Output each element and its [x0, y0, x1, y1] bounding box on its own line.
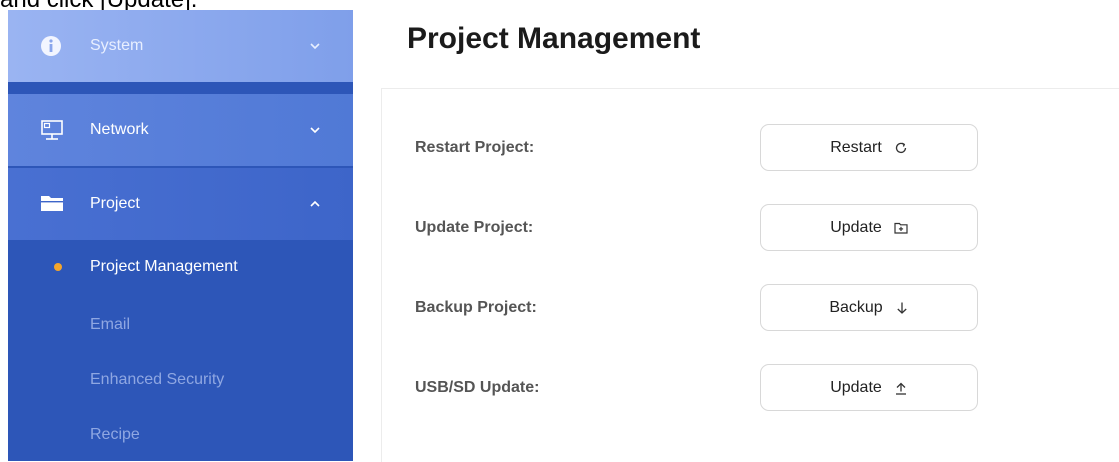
- chevron-up-icon: [308, 197, 322, 211]
- sidebar-subitem-label: Recipe: [90, 426, 140, 443]
- sidebar-subitem-label: Project Management: [90, 258, 238, 275]
- button-label: Restart: [830, 138, 882, 156]
- usb-sd-update-button[interactable]: Update: [760, 364, 978, 411]
- sidebar-subitem-enhanced-security[interactable]: Enhanced Security: [8, 353, 353, 407]
- restart-project-label: Restart Project:: [415, 139, 535, 156]
- sidebar-subitem-label: Email: [90, 316, 131, 333]
- update-project-button[interactable]: Update: [760, 204, 978, 251]
- chevron-down-icon: [308, 39, 322, 53]
- folder-icon: [40, 193, 63, 215]
- backup-button[interactable]: Backup: [760, 284, 978, 331]
- sidebar-item-project[interactable]: Project: [8, 168, 353, 240]
- page-title: Project Management: [407, 22, 701, 55]
- restart-button[interactable]: Restart: [760, 124, 978, 171]
- arrow-down-icon: [895, 301, 909, 315]
- button-label: Backup: [829, 298, 883, 316]
- info-icon: [40, 35, 62, 57]
- sidebar-item-label: Project: [90, 195, 140, 212]
- folder-plus-icon: [894, 221, 908, 235]
- chevron-down-icon: [308, 123, 322, 137]
- sidebar-subitem-recipe[interactable]: Recipe: [8, 408, 353, 462]
- usb-sd-update-label: USB/SD Update:: [415, 379, 540, 396]
- button-label: Update: [830, 218, 882, 236]
- sidebar-subitem-email[interactable]: Email: [8, 298, 353, 352]
- refresh-icon: [894, 141, 908, 155]
- network-icon: [40, 119, 63, 141]
- button-label: Update: [830, 378, 882, 396]
- sidebar-item-label: Network: [90, 121, 149, 138]
- upload-icon: [894, 381, 908, 395]
- sidebar-item-system[interactable]: System: [8, 10, 353, 82]
- sidebar-item-network[interactable]: Network: [8, 94, 353, 166]
- active-indicator-dot: [54, 263, 62, 271]
- sidebar: System Network Project Project Managemen…: [8, 10, 353, 461]
- update-project-label: Update Project:: [415, 219, 534, 236]
- backup-project-label: Backup Project:: [415, 299, 537, 316]
- sidebar-subitem-project-management[interactable]: Project Management: [8, 240, 353, 294]
- sidebar-subitem-label: Enhanced Security: [90, 371, 225, 388]
- sidebar-item-label: System: [90, 37, 144, 54]
